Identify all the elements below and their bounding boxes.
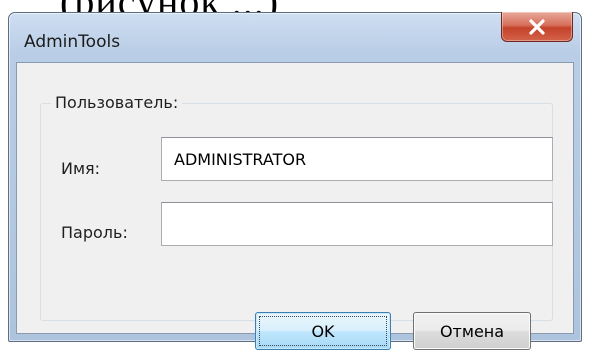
cancel-button[interactable]: Отмена [413, 312, 531, 350]
password-label: Пароль: [61, 223, 128, 242]
window-title: AdminTools [24, 32, 121, 52]
dialog-window: AdminTools Пользователь: Имя: Пароль: OK… [8, 12, 582, 350]
close-button[interactable] [501, 12, 573, 42]
ok-button[interactable]: OK [255, 312, 391, 350]
name-label: Имя: [61, 159, 101, 178]
password-field[interactable] [161, 202, 553, 246]
group-legend: Пользователь: [51, 93, 183, 112]
close-icon [528, 18, 546, 35]
ok-button-label: OK [311, 321, 335, 341]
name-field[interactable] [161, 137, 553, 181]
cancel-button-label: Отмена [439, 321, 505, 341]
dialog-client-area: Пользователь: Имя: Пароль: OK Отмена [16, 62, 574, 350]
